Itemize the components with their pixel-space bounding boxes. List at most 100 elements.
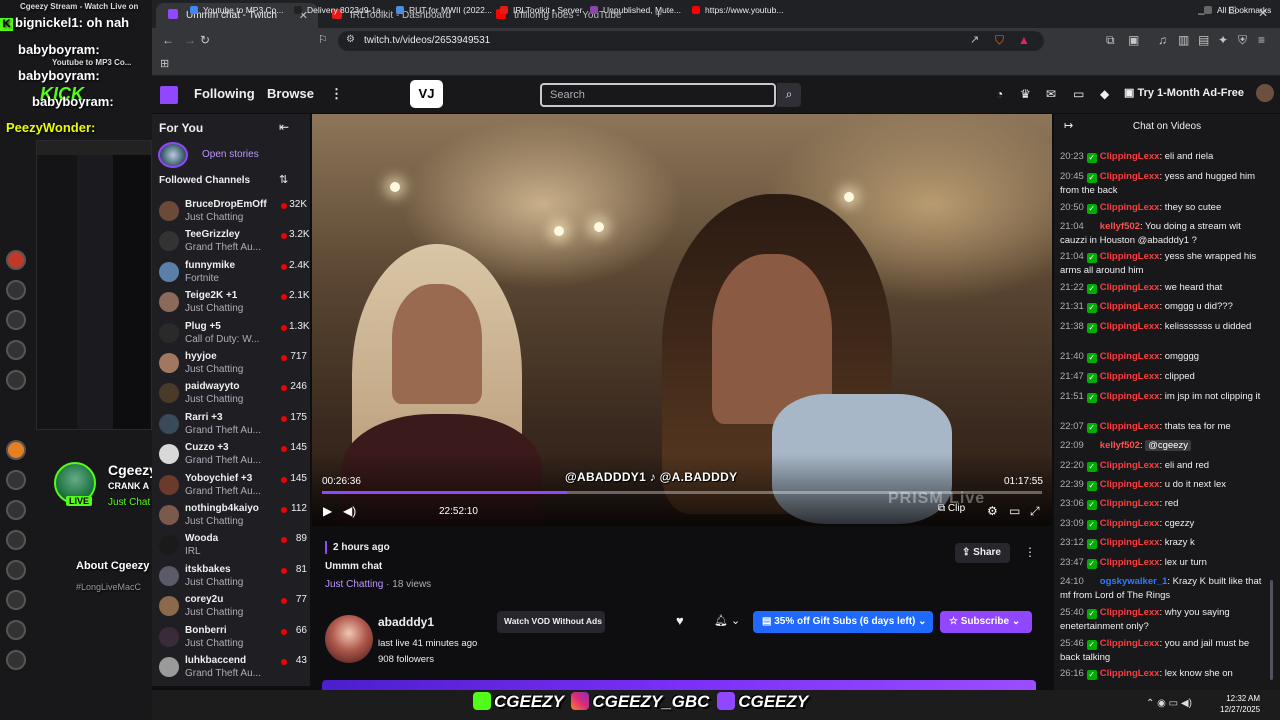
chat-username[interactable]: ogskywalker_1 [1100, 576, 1168, 587]
followed-channel[interactable]: Plug +5 Call of Duty: W... 1.3K [157, 321, 310, 351]
streamer-avatar[interactable] [325, 615, 373, 663]
site-info-icon[interactable]: ⚙ [346, 34, 355, 45]
chat-timestamp[interactable]: 21:51 [1060, 391, 1084, 402]
whispers-icon[interactable]: ▭ [1073, 87, 1084, 101]
chat-username[interactable]: ClippingLexx [1100, 351, 1160, 362]
volume-icon[interactable]: ◀) [343, 504, 356, 518]
followed-channel[interactable]: TeeGrizzley Grand Theft Au... 3.2K [157, 229, 310, 259]
brave-rewards-icon[interactable]: ▲ [1018, 33, 1030, 47]
bookmark-item[interactable]: RUT for MWII (2022... [396, 5, 492, 15]
system-clock[interactable]: 12:32 AM 12/27/2025 [1220, 693, 1260, 715]
vj-extension-logo[interactable]: VJ [410, 80, 443, 108]
video-progress-bar[interactable] [322, 491, 1042, 494]
chat-timestamp[interactable]: 26:16 [1060, 668, 1084, 679]
bits-icon[interactable]: ◆ [1100, 87, 1109, 101]
user-avatar[interactable] [1256, 84, 1274, 102]
bookmark-item[interactable]: Unpublished, Mute... [590, 5, 681, 15]
chat-username[interactable]: ClippingLexx [1100, 202, 1160, 213]
bookmark-icon[interactable]: ⚐ [318, 33, 328, 46]
subscribe-button[interactable]: ☆ Subscribe ⌄ [940, 611, 1032, 633]
followed-channel[interactable]: Bonberri Just Chatting 66 [157, 625, 307, 655]
chat-timestamp[interactable]: 22:20 [1060, 460, 1084, 471]
chat-username[interactable]: ClippingLexx [1100, 479, 1160, 490]
followed-channel[interactable]: paidwayyto Just Chatting 246 [157, 381, 307, 411]
forward-icon[interactable]: → [184, 33, 196, 47]
followed-channel[interactable]: Rarri +3 Grand Theft Au... 175 [157, 412, 307, 442]
stories-avatar[interactable] [158, 142, 188, 168]
bookmark-item[interactable]: https://www.youtub... [692, 5, 783, 15]
screenshot-icon[interactable]: ▣ [1128, 33, 1139, 47]
chat-timestamp[interactable]: 22:39 [1060, 479, 1084, 490]
video-player[interactable] [312, 114, 1052, 526]
followed-channel[interactable]: Cuzzo +3 Grand Theft Au... 145 [157, 442, 307, 472]
chat-username[interactable]: ClippingLexx [1100, 282, 1160, 293]
followed-channel[interactable]: corey2u Just Chatting 77 [157, 594, 307, 624]
brave-shield-icon[interactable]: ⛉ [995, 33, 1004, 48]
clip-button[interactable]: ⧉ Clip [938, 503, 965, 514]
back-icon[interactable]: ← [162, 33, 174, 47]
vod-without-ads-button[interactable]: Watch VOD Without Ads [497, 611, 605, 633]
follow-heart-icon[interactable]: ♥ [676, 613, 684, 628]
chat-timestamp[interactable]: 21:31 [1060, 301, 1084, 312]
tray-icons[interactable]: ⌃ ◉ ▭ ◀) [1146, 698, 1192, 709]
chat-timestamp[interactable]: 20:45 [1060, 171, 1084, 182]
search-icon[interactable]: ⌕ [777, 83, 801, 107]
reload-icon[interactable]: ↻ [200, 33, 210, 47]
nav-following[interactable]: Following [194, 86, 255, 101]
sidebar-toggle-icon[interactable]: ▥ [1178, 33, 1189, 47]
chat-timestamp[interactable]: 20:50 [1060, 202, 1084, 213]
followed-channel[interactable]: nothingb4kaiyo Just Chatting 112 [157, 503, 307, 533]
apps-grid-icon[interactable]: ⊞ [160, 57, 169, 70]
bookmark-item[interactable]: Delivery 8023d9-1a... [294, 5, 388, 15]
more-options-icon[interactable]: ⋮ [330, 86, 343, 102]
chat-username[interactable]: ClippingLexx [1100, 537, 1160, 548]
chat-timestamp[interactable]: 21:40 [1060, 351, 1084, 362]
all-bookmarks[interactable]: All Bookmarks [1204, 5, 1271, 15]
share-button[interactable]: ⇪ Share [955, 543, 1010, 563]
chat-username[interactable]: ClippingLexx [1100, 321, 1160, 332]
chat-username[interactable]: kellyf502 [1100, 440, 1140, 451]
chat-timestamp[interactable]: 22:07 [1060, 421, 1084, 432]
share-page-icon[interactable]: ↗ [970, 33, 979, 46]
twitch-logo-icon[interactable] [160, 86, 178, 104]
settings-gear-icon[interactable]: ⚙ [987, 504, 998, 518]
vpn-icon[interactable]: ⛨ [1238, 33, 1247, 48]
streamer-name[interactable]: abadddy1 [378, 615, 434, 629]
search-input[interactable]: Search [540, 83, 776, 107]
followed-channel[interactable]: itskbakes Just Chatting 81 [157, 564, 307, 594]
gift-subs-button[interactable]: ▤ 35% off Gift Subs (6 days left) ⌄ [753, 611, 933, 633]
followed-channel[interactable]: Wooda IRL 89 [157, 533, 307, 563]
chat-timestamp[interactable]: 23:12 [1060, 537, 1084, 548]
bookmark-item[interactable]: Youtube to MP3 Co... [190, 5, 284, 15]
media-icon[interactable]: ♫ [1158, 33, 1167, 47]
menu-icon[interactable]: ≡ [1258, 33, 1265, 47]
chat-timestamp[interactable]: 23:06 [1060, 498, 1084, 509]
theater-mode-icon[interactable]: ▭ [1009, 504, 1020, 518]
chat-username[interactable]: ClippingLexx [1100, 668, 1160, 679]
nav-browse[interactable]: Browse [267, 86, 314, 101]
chat-timestamp[interactable]: 25:46 [1060, 638, 1084, 649]
chat-timestamp[interactable]: 23:09 [1060, 518, 1084, 529]
followed-channel[interactable]: luhkbaccend Grand Theft Au... 43 [157, 655, 307, 685]
chat-timestamp[interactable]: 21:38 [1060, 321, 1084, 332]
chat-timestamp[interactable]: 21:47 [1060, 371, 1084, 382]
chat-timestamp[interactable]: 25:40 [1060, 607, 1084, 618]
chat-username[interactable]: ClippingLexx [1100, 557, 1160, 568]
chat-timestamp[interactable]: 21:22 [1060, 282, 1084, 293]
more-icon[interactable]: ⋮ [1024, 545, 1036, 559]
chat-username[interactable]: ClippingLexx [1100, 638, 1160, 649]
followed-channel[interactable]: hyyjoe Just Chatting 717 [157, 351, 307, 381]
chat-username[interactable]: ClippingLexx [1100, 391, 1160, 402]
chat-username[interactable]: ClippingLexx [1100, 371, 1160, 382]
chat-timestamp[interactable]: 21:04 [1060, 251, 1084, 262]
chat-username[interactable]: ClippingLexx [1100, 518, 1160, 529]
chat-username[interactable]: ClippingLexx [1100, 251, 1160, 262]
fullscreen-icon[interactable]: ⤢ [1030, 504, 1040, 519]
chat-timestamp[interactable]: 21:04 [1060, 221, 1084, 232]
chat-timestamp[interactable]: 22:09 [1060, 440, 1084, 451]
chat-timestamp[interactable]: 23:47 [1060, 557, 1084, 568]
chat-username[interactable]: ClippingLexx [1100, 301, 1160, 312]
inbox-icon[interactable]: ✉ [1046, 87, 1056, 101]
chat-username[interactable]: ClippingLexx [1100, 171, 1160, 182]
followed-channel[interactable]: Yoboychief +3 Grand Theft Au... 145 [157, 473, 307, 503]
